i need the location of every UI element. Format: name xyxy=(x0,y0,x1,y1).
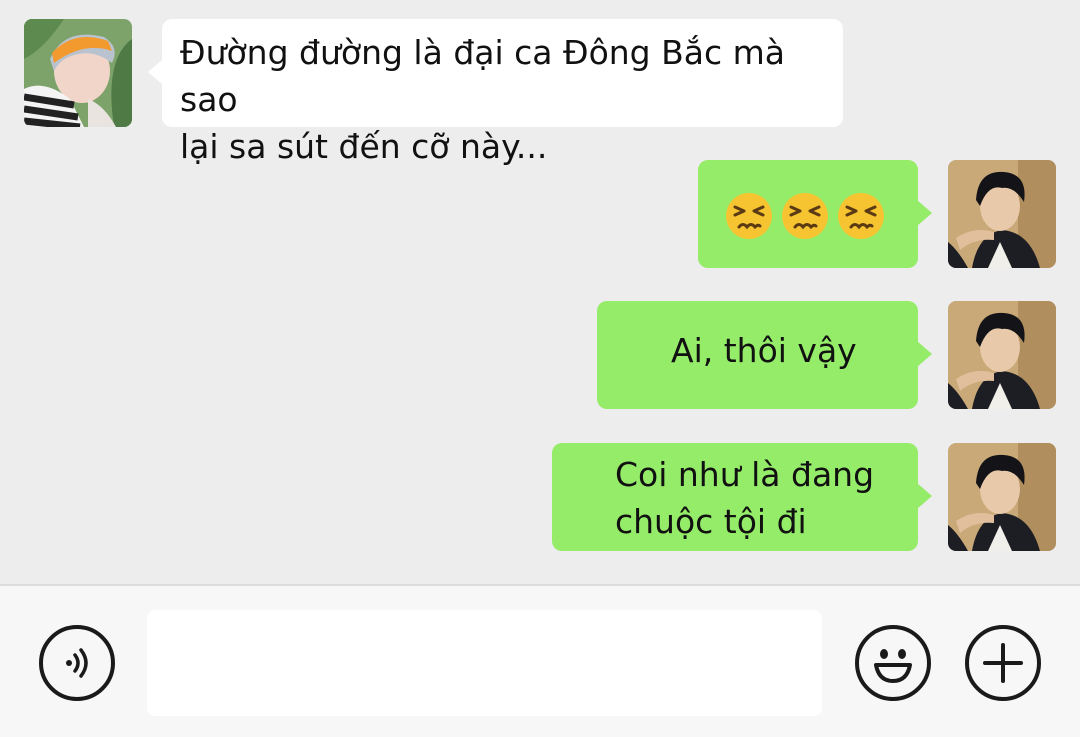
persevering-face-icon xyxy=(782,193,828,239)
persevering-face-icon xyxy=(726,193,772,239)
voice-button[interactable] xyxy=(39,625,115,701)
plus-button[interactable] xyxy=(965,625,1041,701)
message-bubble-sent[interactable]: Coi như là đang chuộc tội đi xyxy=(552,443,932,551)
bubble-tail xyxy=(148,59,163,85)
message-text-line: Đường đường là đại ca Đông Bắc mà sao xyxy=(180,33,785,119)
input-bar xyxy=(0,584,1080,737)
bubble-tail xyxy=(917,200,932,226)
message-input[interactable] xyxy=(147,610,822,716)
emoji-icon xyxy=(874,649,912,683)
persevering-face-icon xyxy=(838,193,884,239)
voice-icon xyxy=(66,648,88,678)
message-text-line: Coi như là đang xyxy=(615,455,875,494)
avatar-self[interactable] xyxy=(948,301,1056,409)
message-bubble-sent[interactable]: Ai, thôi vậy xyxy=(597,301,932,409)
emoji-button[interactable] xyxy=(855,625,931,701)
chat-area: Đường đường là đại ca Đông Bắc mà sao lạ… xyxy=(0,0,1080,584)
avatar-self[interactable] xyxy=(948,160,1056,268)
plus-icon xyxy=(983,643,1023,683)
message-bubble-sent[interactable] xyxy=(698,160,932,268)
emoji-row xyxy=(724,191,886,241)
avatar-contact[interactable] xyxy=(24,19,132,127)
bubble-tail xyxy=(917,483,932,509)
message-text-line: chuộc tội đi xyxy=(615,502,807,541)
message-bubble-received[interactable]: Đường đường là đại ca Đông Bắc mà sao lạ… xyxy=(148,19,843,166)
avatar-self[interactable] xyxy=(948,443,1056,551)
bubble-tail xyxy=(917,341,932,367)
message-text-line: Ai, thôi vậy xyxy=(671,331,857,370)
